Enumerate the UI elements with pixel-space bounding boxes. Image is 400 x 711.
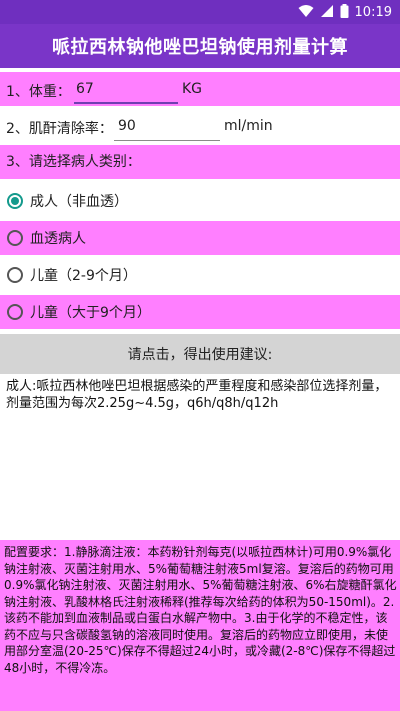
calculate-button[interactable]: 请点击，得出使用建议: xyxy=(0,334,400,374)
radio-label: 儿童（2-9个月） xyxy=(30,268,137,284)
status-bar: 10:19 xyxy=(0,0,400,24)
creatinine-unit: ml/min xyxy=(224,118,273,134)
status-icons: 10:19 xyxy=(298,3,392,21)
result-text: 成人:哌拉西林他唑巴坦根据感染的严重程度和感染部位选择剂量，剂量范围为每次2.2… xyxy=(6,379,388,411)
wifi-icon xyxy=(298,3,314,22)
radio-label: 儿童（大于9个月） xyxy=(30,305,151,321)
creatinine-input[interactable]: 90 xyxy=(114,113,220,141)
radio-button-checked[interactable] xyxy=(7,193,23,209)
creatinine-row: 2、肌酐清除率： 90 ml/min xyxy=(0,109,400,143)
creatinine-label: 2、肌酐清除率： xyxy=(6,121,113,137)
radio-adult-nondialysis[interactable]: 成人（非血透） xyxy=(0,184,400,218)
radio-label: 血透病人 xyxy=(30,231,86,247)
config-text: 配置要求：1.静脉滴注液：本药粉针剂每克(以哌拉西林计)可用0.9%氯化钠注射液… xyxy=(4,545,397,675)
weight-row: 1、体重： 67 KG xyxy=(0,72,400,106)
battery-icon xyxy=(340,3,349,22)
radio-button[interactable] xyxy=(7,230,23,246)
patient-type-row: 3、请选择病人类别： xyxy=(0,145,400,179)
config-box: 配置要求：1.静脉滴注液：本药粉针剂每克(以哌拉西林计)可用0.9%氯化钠注射液… xyxy=(0,540,400,711)
radio-label: 成人（非血透） xyxy=(30,194,128,210)
weight-unit: KG xyxy=(182,81,203,97)
weight-label: 1、体重： xyxy=(6,84,71,100)
app-title: 哌拉西林钠他唑巴坦钠使用剂量计算 xyxy=(52,37,348,58)
radio-dialysis[interactable]: 血透病人 xyxy=(0,221,400,255)
app-bar: 哌拉西林钠他唑巴坦钠使用剂量计算 xyxy=(0,24,400,68)
radio-button[interactable] xyxy=(7,267,23,283)
radio-child-over-9-months[interactable]: 儿童（大于9个月） xyxy=(0,295,400,329)
weight-input[interactable]: 67 xyxy=(74,76,178,104)
radio-button[interactable] xyxy=(7,304,23,320)
signal-icon xyxy=(320,3,334,22)
radio-child-2-9-months[interactable]: 儿童（2-9个月） xyxy=(0,258,400,292)
status-time: 10:19 xyxy=(354,4,392,20)
patient-type-prompt: 3、请选择病人类别： xyxy=(6,154,141,170)
